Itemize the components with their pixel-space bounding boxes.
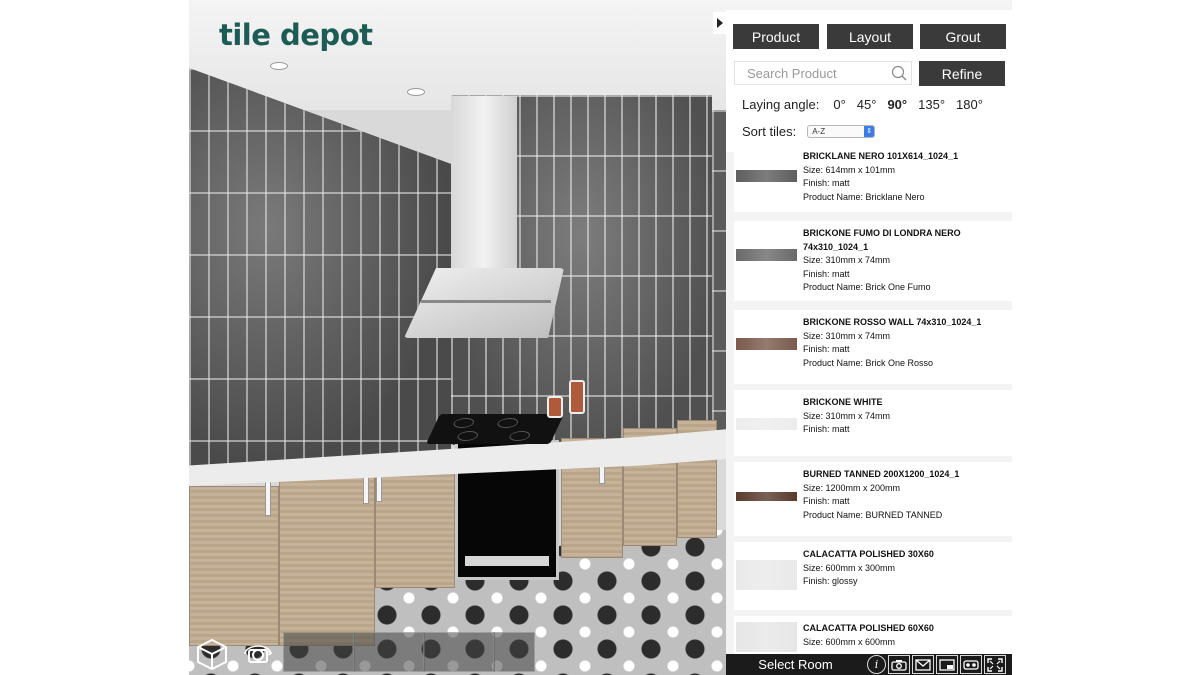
base-cabinet bbox=[279, 470, 375, 646]
cooker-hood-chimney bbox=[451, 96, 517, 272]
tile-swatch bbox=[736, 492, 797, 501]
search-placeholder: Search Product bbox=[747, 65, 837, 81]
camera-icon[interactable] bbox=[888, 655, 910, 674]
product-finish: Finish: matt bbox=[803, 344, 850, 354]
product-card[interactable]: BRICKONE WHITE Size: 310mm x 74mm Finish… bbox=[734, 390, 1012, 456]
base-cabinet bbox=[375, 458, 455, 588]
sort-tiles-label: Sort tiles: bbox=[742, 124, 797, 139]
tiled-wall-left[interactable] bbox=[189, 68, 451, 468]
bottom-toolbar: Select Room i bbox=[726, 654, 1012, 675]
window-icon[interactable] bbox=[936, 655, 958, 674]
room-thumbnail[interactable] bbox=[353, 632, 425, 672]
cooker-hood-trim bbox=[421, 300, 551, 303]
angle-option-0[interactable]: 0° bbox=[833, 97, 845, 112]
product-name: Product Name: Brick One Rosso bbox=[803, 357, 934, 368]
product-card[interactable]: BURNED TANNED 200X1200_1024_1 Size: 1200… bbox=[734, 462, 1012, 536]
search-icon[interactable] bbox=[891, 65, 907, 81]
rotate-camera-icon bbox=[244, 645, 272, 663]
product-title: BRICKLANE NERO 101X614_1024_1 bbox=[803, 152, 959, 161]
oven-drawer bbox=[465, 556, 549, 566]
info-icon[interactable]: i bbox=[867, 655, 886, 674]
fullscreen-icon[interactable] bbox=[984, 655, 1006, 674]
tab-grout[interactable]: Grout bbox=[920, 24, 1006, 49]
panel-collapse-toggle[interactable] bbox=[713, 12, 727, 34]
angle-option-90[interactable]: 90° bbox=[887, 97, 907, 112]
ceiling-spotlight bbox=[270, 62, 288, 70]
cooktop bbox=[426, 414, 564, 444]
room-thumbnail[interactable] bbox=[283, 632, 355, 672]
sort-select[interactable]: A-Z ⇕ bbox=[807, 125, 876, 138]
product-size: Size: 600mm x 300mm bbox=[803, 562, 896, 573]
product-size: Size: 600mm x 600mm bbox=[803, 636, 896, 647]
caret-right-icon bbox=[717, 18, 723, 28]
tile-swatch bbox=[736, 560, 797, 590]
room-thumbnail[interactable] bbox=[423, 632, 495, 672]
ceiling-spotlight bbox=[407, 88, 425, 96]
vr-headset-icon[interactable] bbox=[960, 655, 982, 674]
kitchen-jar bbox=[569, 380, 585, 414]
product-title: CALACATTA POLISHED 60X60 bbox=[803, 623, 934, 633]
tab-product[interactable]: Product bbox=[733, 24, 819, 49]
product-name: Product Name: Brick One Fumo bbox=[803, 282, 931, 292]
product-finish: Finish: matt bbox=[803, 496, 850, 506]
product-name: Product Name: BURNED TANNED bbox=[803, 509, 943, 520]
tile-swatch bbox=[736, 338, 797, 350]
product-title: BRICKONE WHITE bbox=[803, 397, 883, 407]
tile-swatch bbox=[736, 622, 797, 652]
brand-logo: tile depot bbox=[219, 18, 373, 52]
product-size: Size: 310mm x 74mm bbox=[803, 410, 891, 421]
product-title: BRICKONE FUMO DI LONDRA NERO 74x310_1024… bbox=[803, 228, 961, 252]
rotate-view-button[interactable] bbox=[237, 634, 279, 674]
product-size: Size: 310mm x 74mm bbox=[803, 255, 891, 265]
product-title: BRICKONE ROSSO WALL 74x310_1024_1 bbox=[803, 317, 982, 327]
search-input[interactable]: Search Product bbox=[734, 61, 912, 85]
product-name: Product Name: Bricklane Nero bbox=[803, 191, 925, 202]
angle-option-180[interactable]: 180° bbox=[956, 97, 983, 112]
sort-tiles-row: Sort tiles: A-Z ⇕ bbox=[742, 124, 876, 139]
tile-swatch bbox=[736, 418, 797, 430]
cube-icon bbox=[197, 638, 227, 670]
kitchen-jar bbox=[547, 396, 563, 418]
select-room-button[interactable]: Select Room bbox=[726, 657, 865, 672]
room-visualizer: tile depot Product Layout Grout Search P… bbox=[189, 0, 1012, 675]
email-icon[interactable] bbox=[912, 655, 934, 674]
angle-option-45[interactable]: 45° bbox=[857, 97, 877, 112]
cabinet-handle bbox=[265, 480, 271, 516]
product-size: Size: 310mm x 74mm bbox=[803, 330, 891, 341]
product-finish: Finish: matt bbox=[803, 268, 850, 279]
angle-option-135[interactable]: 135° bbox=[918, 97, 945, 112]
product-card[interactable]: BRICKONE ROSSO WALL 74x310_1024_1 Size: … bbox=[734, 310, 1012, 384]
product-card[interactable]: CALACATTA POLISHED 60X60 Size: 600mm x 6… bbox=[734, 616, 1012, 654]
product-card[interactable]: BRICKONE FUMO DI LONDRA NERO 74x310_1024… bbox=[734, 221, 1012, 301]
product-list: BRICKLANE NERO 101X614_1024_1 Size: 614m… bbox=[726, 152, 1012, 654]
laying-angle-selector: Laying angle: 0° 45° 90° 135° 180° bbox=[742, 97, 983, 112]
product-finish: Finish: matt bbox=[803, 178, 850, 188]
sort-select-value: A-Z bbox=[812, 127, 826, 136]
product-finish: Finish: matt bbox=[803, 424, 850, 434]
select-arrows-icon: ⇕ bbox=[864, 126, 875, 137]
product-size: Size: 614mm x 101mm bbox=[803, 164, 896, 175]
product-finish: Finish: glossy bbox=[803, 576, 858, 586]
tile-swatch bbox=[736, 170, 797, 182]
product-title: BURNED TANNED 200X1200_1024_1 bbox=[803, 469, 960, 479]
tab-layout[interactable]: Layout bbox=[827, 24, 913, 49]
refine-button[interactable]: Refine bbox=[919, 61, 1005, 86]
product-card[interactable]: CALACATTA POLISHED 30X60 Size: 600mm x 3… bbox=[734, 542, 1012, 610]
room-thumbnail[interactable] bbox=[493, 632, 535, 672]
laying-angle-label: Laying angle: bbox=[742, 97, 820, 112]
tile-swatch bbox=[736, 249, 797, 261]
room-select-button[interactable] bbox=[191, 634, 233, 674]
product-size: Size: 1200mm x 200mm bbox=[803, 482, 901, 493]
product-panel: Product Layout Grout Search Product Refi… bbox=[726, 10, 1012, 654]
product-card[interactable]: BRICKLANE NERO 101X614_1024_1 Size: 614m… bbox=[734, 152, 1012, 212]
product-title: CALACATTA POLISHED 30X60 bbox=[803, 549, 934, 559]
